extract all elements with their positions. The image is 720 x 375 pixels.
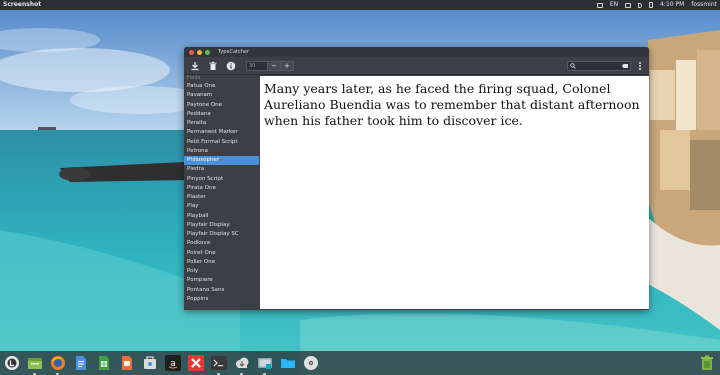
user-menu[interactable]: fossmint (691, 0, 717, 10)
active-app-name[interactable]: Screenshot (3, 0, 41, 10)
volume-icon[interactable] (638, 2, 643, 8)
font-list-item[interactable]: Patua One (184, 82, 259, 91)
toolbar: 30 − + (184, 57, 649, 75)
increase-size-button[interactable]: + (281, 60, 294, 71)
dock: a (0, 351, 720, 375)
font-list-item[interactable]: Podkova (184, 239, 259, 248)
font-list-item[interactable]: Paytone One (184, 101, 259, 110)
typecatcher-window: TypeCatcher 30 − + Fonts Patua One Pavan… (184, 47, 649, 310)
display-icon[interactable] (596, 2, 603, 8)
top-panel: Screenshot EN 4:10 PM fossmint (0, 0, 720, 10)
download-icon (191, 61, 199, 70)
font-list-item[interactable]: Playfair Display (184, 221, 259, 230)
font-list-item[interactable]: Peralta (184, 119, 259, 128)
font-list: Fonts Patua One Pavanam Paytone One Peddana… (184, 75, 259, 310)
close-window-button[interactable] (189, 49, 194, 55)
font-list-item[interactable]: Playfair Display SC (184, 230, 259, 239)
font-list-item[interactable]: Poly (184, 267, 259, 276)
amazon-icon[interactable]: a (165, 355, 181, 371)
font-list-item[interactable]: Petit Formal Script (184, 138, 259, 147)
font-list-item[interactable]: Piedra (184, 165, 259, 174)
system-tray: EN 4:10 PM fossmint (596, 0, 717, 10)
spreadsheet-icon[interactable] (96, 355, 112, 371)
font-list-header: Fonts (187, 75, 201, 81)
font-list-item[interactable]: Pontano Sans (184, 286, 259, 295)
clear-search-icon[interactable] (622, 63, 628, 68)
font-list-item[interactable]: Poiret One (184, 249, 259, 258)
font-list-item[interactable]: Playball (184, 212, 259, 221)
search-box (567, 60, 631, 71)
xmind-icon[interactable] (188, 355, 204, 371)
font-list-item[interactable]: Petrona (184, 147, 259, 156)
font-list-item[interactable]: Pavanam (184, 91, 259, 100)
font-list-item[interactable]: Poller One (184, 258, 259, 267)
screenshot-icon[interactable] (257, 355, 273, 375)
maximize-window-button[interactable] (205, 49, 210, 55)
search-icon (570, 62, 576, 69)
main-content: Fonts Patua One Pavanam Paytone One Peddana… (184, 75, 649, 310)
firefox-icon[interactable] (50, 355, 66, 375)
battery-icon[interactable] (649, 2, 654, 8)
font-list-item[interactable]: Permanent Marker (184, 128, 259, 137)
info-button[interactable] (224, 59, 238, 73)
font-list-item[interactable]: Pirata One (184, 184, 259, 193)
keyboard-layout[interactable]: EN (610, 0, 618, 10)
disc-icon[interactable] (303, 355, 319, 371)
font-list-item[interactable]: Pinyon Script (184, 175, 259, 184)
files-icon[interactable] (27, 355, 43, 375)
font-list-item[interactable]: Play (184, 202, 259, 211)
window-titlebar[interactable]: TypeCatcher (184, 47, 649, 57)
menu-icon[interactable] (4, 355, 20, 371)
mail-icon[interactable] (625, 2, 632, 8)
font-preview[interactable]: Many years later, as he faced the firing… (260, 76, 649, 309)
font-size-field[interactable]: 30 (246, 60, 268, 71)
download-button[interactable] (188, 59, 202, 73)
font-list-item[interactable]: Pompiere (184, 276, 259, 285)
window-title: TypeCatcher (218, 49, 250, 55)
font-list-item[interactable]: Plaster (184, 193, 259, 202)
document-icon[interactable] (73, 355, 89, 371)
kebab-menu-icon[interactable] (635, 60, 645, 72)
font-size-control: 30 − + (246, 60, 294, 71)
delete-button[interactable] (206, 59, 220, 73)
decrease-size-button[interactable]: − (268, 60, 281, 71)
font-list-item[interactable]: Peddana (184, 110, 259, 119)
cloud-download-icon[interactable] (234, 355, 250, 375)
terminal-icon[interactable] (211, 355, 227, 375)
clock[interactable]: 4:10 PM (660, 0, 684, 10)
software-icon[interactable] (142, 355, 158, 371)
trash-icon (209, 61, 217, 70)
font-list-items: Patua One Pavanam Paytone One Peddana Peralt… (184, 82, 259, 304)
minimize-window-button[interactable] (197, 49, 202, 55)
folder-icon[interactable] (280, 355, 296, 371)
font-list-item[interactable]: Philosopher (184, 156, 259, 166)
info-icon (226, 61, 236, 70)
search-input[interactable] (578, 61, 622, 70)
trash-icon[interactable] (700, 355, 714, 371)
presentation-icon[interactable] (119, 355, 135, 371)
font-list-item[interactable]: Poppins (184, 295, 259, 304)
